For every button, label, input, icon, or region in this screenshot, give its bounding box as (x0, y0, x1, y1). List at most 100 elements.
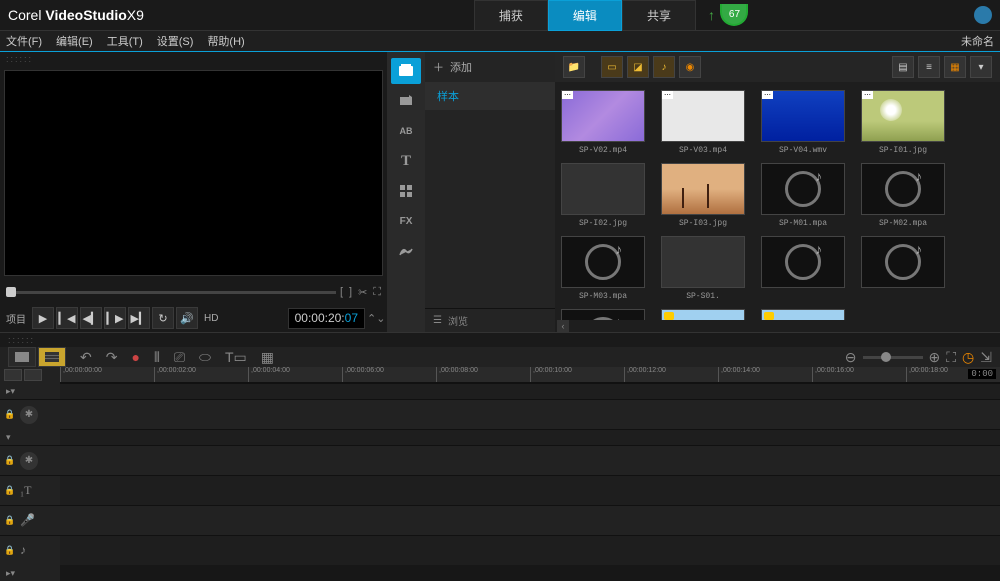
graphic-icon[interactable] (391, 178, 421, 204)
prev-frame-button[interactable]: ◀▎ (80, 307, 102, 329)
import-folder-icon[interactable]: 📁 (563, 56, 585, 78)
library-item[interactable]: ⋯SP-V03.mp4 (661, 90, 745, 155)
library-item[interactable]: ⋯SP-V02.mp4 (561, 90, 645, 155)
mark-out-icon[interactable]: ] (349, 286, 352, 299)
track-head-video1[interactable]: 🔒✱ (0, 399, 60, 429)
sort-icon[interactable]: ≡ (918, 56, 940, 78)
multitrack-icon[interactable]: ▦ (261, 349, 274, 366)
collapse-all-icon[interactable]: ▸▾ (0, 383, 60, 399)
clock-icon[interactable]: ◷ (962, 349, 974, 366)
track-lane-video1[interactable] (60, 399, 1000, 429)
preview-viewport[interactable] (4, 70, 383, 276)
loop-button[interactable]: ↻ (152, 307, 174, 329)
media-library-icon[interactable] (391, 58, 421, 84)
tab-share[interactable]: 共享 (622, 0, 696, 31)
storyboard-view-icon[interactable] (8, 347, 36, 367)
sound-mixer-icon[interactable]: ⫴ (154, 349, 160, 366)
view-thumb-icon[interactable]: ▦ (944, 56, 966, 78)
timecode-stepper-icon[interactable]: ⌃⌄ (367, 312, 381, 325)
subtitle-icon[interactable]: T▭ (225, 349, 247, 366)
go-end-button[interactable]: ▶▎ (128, 307, 150, 329)
scroll-left-icon[interactable]: ‹ (557, 320, 569, 332)
notification-badge[interactable]: 67 (720, 4, 748, 26)
drag-handle-icon[interactable]: :::::: (0, 52, 387, 66)
mute-button[interactable]: 🔊 (176, 307, 198, 329)
timeline-ruler[interactable]: 0:00 ,00:00:00:00,00:00:02:00,00:00:04:0… (60, 367, 1000, 383)
track-lane-title[interactable] (60, 475, 1000, 505)
path-icon[interactable] (391, 238, 421, 264)
tab-capture[interactable]: 捕获 (474, 0, 548, 31)
zoom-in-icon[interactable]: ⊕ (929, 349, 941, 366)
play-button[interactable]: ▶ (32, 307, 54, 329)
track-lane-spacer[interactable] (60, 383, 1000, 399)
library-item[interactable] (861, 236, 945, 301)
hd-label[interactable]: HD (204, 313, 218, 324)
menu-help[interactable]: 帮助(H) (207, 33, 244, 49)
fit-window-icon[interactable]: ⛶ (946, 349, 956, 366)
folder-sample[interactable]: 样本 (425, 82, 555, 110)
timeline-view-icon[interactable] (38, 347, 66, 367)
library-item[interactable]: SP-M02.mpa (861, 163, 945, 228)
filter-web-icon[interactable]: ◉ (679, 56, 701, 78)
title-icon[interactable]: T (391, 148, 421, 174)
expand-overlay-icon[interactable]: ▾ (0, 429, 60, 445)
library-item[interactable]: SP-M03.mpa (561, 236, 645, 301)
expand-tracks-icon[interactable]: ▸▾ (0, 565, 60, 581)
expand-icon[interactable]: ⛶ (373, 286, 381, 299)
instant-project-icon[interactable] (391, 88, 421, 114)
library-item[interactable] (661, 309, 745, 320)
cut-icon[interactable]: ✂ (358, 286, 367, 299)
transition-icon[interactable]: AB (391, 118, 421, 144)
mark-in-icon[interactable]: [ (340, 286, 343, 299)
library-item[interactable]: SP-S01. (661, 236, 745, 301)
timeline-canvas[interactable]: 0:00 ,00:00:00:00,00:00:02:00,00:00:04:0… (60, 367, 1000, 581)
upload-icon[interactable]: ↑ (708, 7, 715, 23)
record-button[interactable]: ● (131, 349, 139, 365)
fit-project-icon[interactable]: ⇲ (980, 349, 992, 366)
next-frame-button[interactable]: ▎▶ (104, 307, 126, 329)
go-start-button[interactable]: ▎◀ (56, 307, 78, 329)
add-folder-button[interactable]: ＋ 添加 (425, 52, 555, 82)
filter-icon[interactable]: FX (391, 208, 421, 234)
mini-timeline-icon[interactable] (24, 369, 42, 381)
menu-file[interactable]: 文件(F) (6, 33, 42, 49)
undo-button[interactable]: ↶ (80, 349, 92, 366)
project-mode-label[interactable]: 项目 (6, 311, 26, 326)
zoom-out-icon[interactable]: ⊖ (845, 349, 857, 366)
normalize-audio-icon[interactable]: ⎚ (174, 349, 185, 366)
track-head-voice[interactable]: 🔒🎤 (0, 505, 60, 535)
filter-photo-icon[interactable]: ◪ (627, 56, 649, 78)
library-item[interactable]: ⋯SP-I01.jpg (861, 90, 945, 155)
track-head-video2[interactable]: 🔒✱ (0, 445, 60, 475)
collapse-icon[interactable]: ▾ (970, 56, 992, 78)
browse-row[interactable]: ☰ 浏览 (425, 308, 555, 332)
library-item[interactable]: SP-M01.mpa (761, 163, 845, 228)
library-item[interactable]: SP-I02.jpg (561, 163, 645, 228)
timecode-display[interactable]: 00:00:20:07 (288, 308, 365, 329)
track-head-title[interactable]: 🔒₁T (0, 475, 60, 505)
track-lane-video2[interactable] (60, 445, 1000, 475)
menu-tools[interactable]: 工具(T) (107, 33, 143, 49)
library-item[interactable] (761, 309, 845, 320)
chapter-icon[interactable]: ⬭ (199, 349, 211, 366)
library-item[interactable] (561, 309, 645, 320)
track-lane-music[interactable] (60, 535, 1000, 565)
track-head-music[interactable]: 🔒♪ (0, 535, 60, 565)
zoom-slider[interactable] (863, 356, 923, 359)
library-item[interactable] (761, 236, 845, 301)
library-item[interactable]: SP-I03.jpg (661, 163, 745, 228)
view-list-icon[interactable]: ▤ (892, 56, 914, 78)
menu-edit[interactable]: 编辑(E) (56, 33, 93, 49)
tab-edit[interactable]: 编辑 (548, 0, 622, 31)
timeline-drag-handle[interactable]: :::::: (0, 333, 1000, 347)
menu-settings[interactable]: 设置(S) (157, 33, 194, 49)
track-lane-gap[interactable] (60, 429, 1000, 445)
globe-icon[interactable] (974, 6, 992, 24)
preview-scrubber[interactable] (6, 291, 336, 294)
track-lane-voice[interactable] (60, 505, 1000, 535)
library-item[interactable]: ⋯SP-V04.wmv (761, 90, 845, 155)
redo-button[interactable]: ↷ (106, 349, 118, 366)
filter-video-icon[interactable]: ▭ (601, 56, 623, 78)
filter-audio-icon[interactable]: ♪ (653, 56, 675, 78)
mini-storyboard-icon[interactable] (4, 369, 22, 381)
